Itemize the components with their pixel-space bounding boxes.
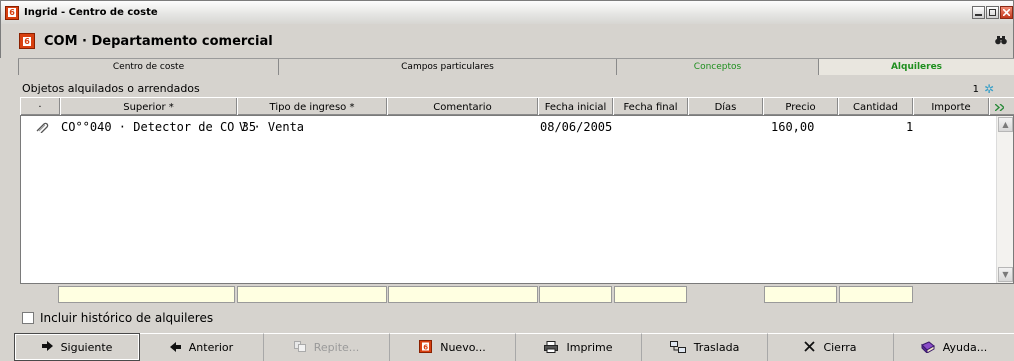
grid-header: · Superior * Tipo de ingreso * Comentari… <box>20 97 1014 116</box>
arrow-right-icon <box>41 341 53 353</box>
help-book-icon <box>920 340 935 355</box>
scroll-down-button[interactable]: ▼ <box>998 267 1013 282</box>
total-comentario-field <box>388 286 538 303</box>
window-title: Ingrid - Centro de coste <box>24 7 158 18</box>
traslada-label: Traslada <box>693 341 740 354</box>
tab-conceptos[interactable]: Conceptos <box>616 59 818 75</box>
table-row[interactable]: CO°°040 · Detector de CO 35 V · Venta 08… <box>21 120 991 136</box>
col-header-marker[interactable]: · <box>20 98 60 116</box>
close-window-button[interactable] <box>1000 6 1013 19</box>
historico-checkbox[interactable] <box>22 312 34 324</box>
col-header-superior[interactable]: Superior * <box>60 98 237 116</box>
maximize-button[interactable] <box>986 6 999 19</box>
col-header-dias[interactable]: Días <box>688 98 763 116</box>
refresh-icon[interactable]: ✲ <box>984 82 994 96</box>
scroll-up-button[interactable]: ▲ <box>998 117 1013 132</box>
module-icon-label: 6 <box>23 36 31 46</box>
total-superior-field <box>58 286 235 303</box>
maximize-icon <box>989 9 996 16</box>
app-icon: 6 <box>5 5 19 20</box>
printer-icon <box>544 340 559 355</box>
tab-label: Centro de coste <box>112 62 185 72</box>
ayuda-label: Ayuda... <box>942 341 988 354</box>
col-header-tipo-ingreso[interactable]: Tipo de ingreso * <box>237 98 387 116</box>
cierra-button[interactable]: Cierra <box>768 333 894 361</box>
window-titlebar: 6 Ingrid - Centro de coste <box>0 0 1014 24</box>
cell-fecha-inicial[interactable]: 08/06/2005 <box>540 120 612 134</box>
binoculars-icon[interactable] <box>995 34 1007 48</box>
svg-text:6: 6 <box>424 344 429 352</box>
col-header-comentario[interactable]: Comentario <box>387 98 538 116</box>
record-title: COM · Departamento comercial <box>44 33 273 49</box>
column-options-icon[interactable] <box>989 98 1009 116</box>
col-header-fecha-inicial[interactable]: Fecha inicial <box>538 98 613 116</box>
cell-superior[interactable]: CO°°040 · Detector de CO 35 <box>61 120 256 134</box>
module-icon: 6 <box>19 33 35 49</box>
ayuda-button[interactable]: Ayuda... <box>894 333 1014 361</box>
tab-campos-particulares[interactable]: Campos particulares <box>278 59 616 75</box>
historico-checkbox-label[interactable]: Incluir histórico de alquileres <box>40 311 213 325</box>
nuevo-button[interactable]: 6 Nuevo... <box>390 333 516 361</box>
cierra-label: Cierra <box>823 341 857 354</box>
grid-body[interactable]: CO°°040 · Detector de CO 35 V · Venta 08… <box>20 115 1014 284</box>
total-tipo-field <box>237 286 387 303</box>
vertical-scrollbar[interactable]: ▲ ▼ <box>996 116 1013 283</box>
tab-label: Conceptos <box>693 62 742 72</box>
cell-cantidad[interactable]: 1 <box>906 120 913 134</box>
siguiente-label: Siguiente <box>60 340 113 354</box>
new-icon: 6 <box>419 340 433 355</box>
arrow-left-icon <box>169 341 181 354</box>
close-x-icon <box>1003 9 1010 16</box>
siguiente-button[interactable]: Siguiente <box>14 333 140 361</box>
nuevo-label: Nuevo... <box>440 341 486 354</box>
repeat-icon <box>293 341 306 354</box>
tab-label: Campos particulares <box>401 62 494 72</box>
anterior-button[interactable]: Anterior <box>140 333 264 361</box>
tab-strip: Centro de coste Campos particulares Conc… <box>18 58 1014 75</box>
action-button-bar: Siguiente Anterior Repite... 6 Nuevo... … <box>0 333 1014 361</box>
cell-precio[interactable]: 160,00 <box>771 120 814 134</box>
transfer-icon <box>669 340 686 355</box>
tab-centro-de-coste[interactable]: Centro de coste <box>18 59 278 75</box>
repite-button[interactable]: Repite... <box>264 333 390 361</box>
traslada-button[interactable]: Traslada <box>642 333 768 361</box>
imprime-button[interactable]: Imprime <box>516 333 642 361</box>
imprime-label: Imprime <box>566 341 613 354</box>
anterior-label: Anterior <box>188 341 234 354</box>
total-fecha-final-field <box>614 286 687 303</box>
window-controls <box>972 6 1013 19</box>
col-header-precio[interactable]: Precio <box>763 98 838 116</box>
app-icon-label: 6 <box>8 8 16 17</box>
total-cantidad-field <box>839 286 913 303</box>
record-count: 1 ✲ <box>973 82 994 96</box>
section-label: Objetos alquilados o arrendados <box>22 82 200 95</box>
total-fecha-inicial-field <box>539 286 612 303</box>
close-icon <box>804 341 816 354</box>
col-header-fecha-final[interactable]: Fecha final <box>613 98 688 116</box>
cell-tipo-ingreso[interactable]: V · Venta <box>239 120 304 134</box>
total-precio-field <box>764 286 837 303</box>
col-header-cantidad[interactable]: Cantidad <box>838 98 913 116</box>
attachment-clip-icon[interactable] <box>35 121 49 134</box>
totals-row <box>20 286 1014 303</box>
repite-label: Repite... <box>313 341 360 354</box>
minimize-icon <box>975 14 982 16</box>
historico-checkbox-row[interactable]: Incluir histórico de alquileres <box>22 311 213 325</box>
record-header: 6 COM · Departamento comercial <box>0 24 1014 58</box>
record-count-value: 1 <box>972 83 979 95</box>
tab-alquileres[interactable]: Alquileres <box>818 59 1014 75</box>
tab-label: Alquileres <box>890 62 943 72</box>
col-header-importe[interactable]: Importe <box>913 98 989 116</box>
minimize-button[interactable] <box>972 6 985 19</box>
